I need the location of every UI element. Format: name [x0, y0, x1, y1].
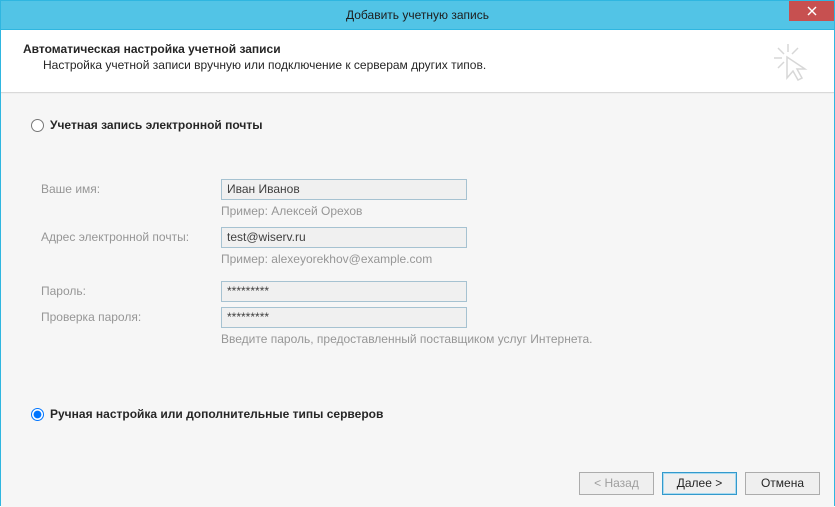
- password-hint: Введите пароль, предоставленный поставщи…: [41, 332, 804, 346]
- name-input: [221, 179, 467, 200]
- titlebar[interactable]: Добавить учетную запись: [1, 1, 834, 30]
- option-manual[interactable]: Ручная настройка или дополнительные типы…: [31, 407, 383, 421]
- click-cursor-icon: [772, 42, 812, 82]
- password-input: [221, 281, 467, 302]
- email-input: [221, 227, 467, 248]
- header-title: Автоматическая настройка учетной записи: [23, 42, 772, 56]
- close-button[interactable]: [789, 1, 834, 21]
- close-icon: [807, 6, 817, 16]
- cancel-button[interactable]: Отмена: [745, 472, 820, 495]
- name-label: Ваше имя:: [41, 182, 221, 196]
- next-button[interactable]: Далее >: [662, 472, 737, 495]
- radio-manual-label: Ручная настройка или дополнительные типы…: [50, 407, 383, 421]
- wizard-header: Автоматическая настройка учетной записи …: [1, 30, 834, 93]
- email-label: Адрес электронной почты:: [41, 230, 221, 244]
- radio-manual[interactable]: [31, 408, 44, 421]
- back-button: < Назад: [579, 472, 654, 495]
- name-hint: Пример: Алексей Орехов: [41, 204, 804, 218]
- option-email-account[interactable]: Учетная запись электронной почты: [31, 118, 804, 132]
- wizard-body: Учетная запись электронной почты Ваше им…: [1, 93, 834, 507]
- password-label: Пароль:: [41, 284, 221, 298]
- password-confirm-input: [221, 307, 467, 328]
- header-subtitle: Настройка учетной записи вручную или под…: [23, 58, 772, 72]
- add-account-window: Добавить учетную запись Автоматическая н…: [0, 0, 835, 506]
- radio-email-account[interactable]: [31, 119, 44, 132]
- email-hint: Пример: alexeyorekhov@example.com: [41, 252, 804, 266]
- password-confirm-label: Проверка пароля:: [41, 310, 221, 324]
- email-form: Ваше имя: Пример: Алексей Орехов Адрес э…: [31, 178, 804, 346]
- radio-email-account-label: Учетная запись электронной почты: [50, 118, 263, 132]
- window-title: Добавить учетную запись: [346, 8, 489, 22]
- wizard-footer: < Назад Далее > Отмена: [1, 459, 834, 507]
